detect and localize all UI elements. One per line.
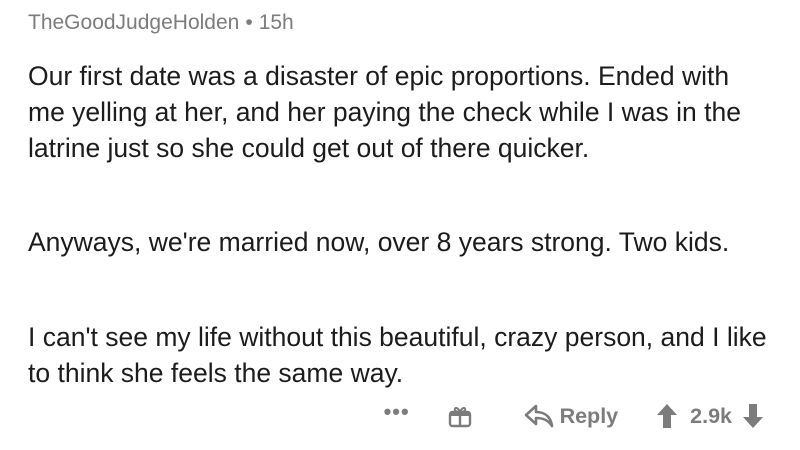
reply-button[interactable]: Reply	[524, 403, 619, 429]
meta-separator: •	[245, 11, 253, 34]
comment-paragraph: Our first date was a disaster of epic pr…	[28, 61, 741, 163]
author-name[interactable]: TheGoodJudgeHolden	[28, 11, 239, 34]
gift-icon[interactable]	[448, 404, 472, 428]
comment-age: 15h	[258, 11, 294, 34]
more-options-icon[interactable]: •••	[384, 401, 410, 423]
comment-paragraph: I can't see my life without this beautif…	[28, 322, 767, 388]
comment-paragraph: Anyways, we're married now, over 8 years…	[28, 227, 730, 257]
comment-meta: TheGoodJudgeHolden • 15h	[28, 10, 294, 36]
reply-label: Reply	[559, 403, 619, 428]
vote-score: 2.9k	[690, 403, 732, 428]
upvote-arrow-icon[interactable]	[656, 403, 678, 429]
downvote-arrow-icon[interactable]	[742, 403, 764, 429]
reply-arrow-icon	[524, 404, 553, 428]
comment: TheGoodJudgeHolden • 15h Our first date wa…	[28, 0, 778, 450]
comment-actions: ••• Reply 2.9k	[384, 396, 764, 436]
